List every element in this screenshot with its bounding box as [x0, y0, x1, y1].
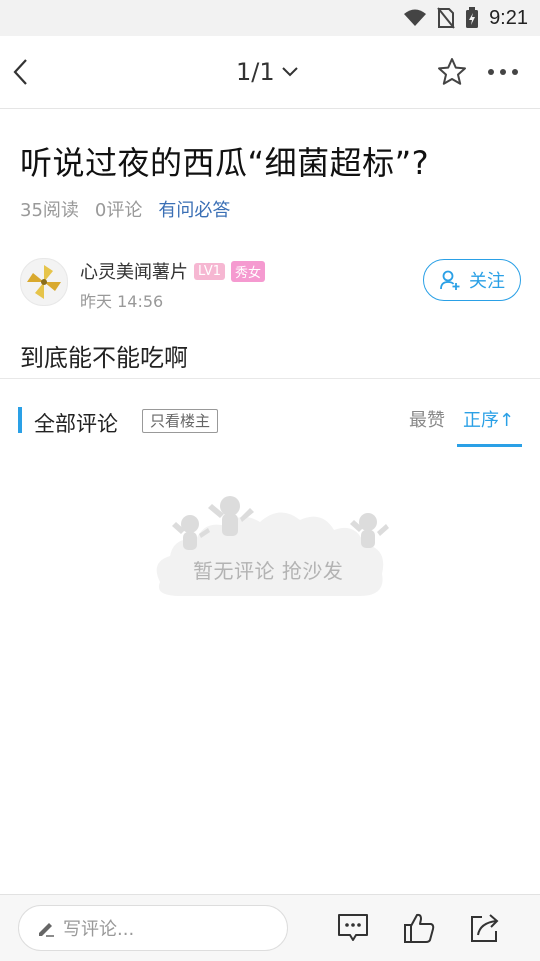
- comments-title: 全部评论: [34, 412, 118, 436]
- pinwheel-avatar-icon: [27, 265, 61, 299]
- post-meta: 35阅读 0评论 有问必答: [20, 196, 230, 222]
- comment-input-placeholder: 写评论...: [63, 919, 135, 940]
- author-row: 心灵美闻薯片 LV1 秀女 昨天 14:56 关注: [20, 256, 521, 312]
- post-time: 昨天 14:56: [80, 292, 164, 311]
- bottom-action-bar: 写评论...: [0, 894, 540, 961]
- avatar[interactable]: [20, 258, 68, 306]
- empty-comments-placeholder: 暂无评论 抢沙发: [150, 492, 390, 602]
- section-accent-bar: [18, 407, 22, 433]
- more-dot-icon: [488, 69, 494, 75]
- gender-badge: 秀女: [230, 260, 265, 282]
- like-button[interactable]: [402, 911, 436, 945]
- active-tab-underline: [457, 444, 522, 447]
- battery-charging-icon: [466, 7, 479, 28]
- page-selector[interactable]: 1/1: [236, 58, 299, 86]
- back-button[interactable]: [12, 56, 36, 88]
- cloud-figures-illustration: [156, 496, 389, 596]
- more-options-button[interactable]: [488, 62, 524, 82]
- share-button[interactable]: [468, 911, 502, 945]
- empty-comments-text: 暂无评论 抢沙发: [193, 559, 344, 583]
- post-title: 听说过夜的西瓜“细菌超标”?: [20, 144, 430, 182]
- follow-button[interactable]: 关注: [423, 259, 521, 301]
- top-nav-bar: 1/1: [0, 36, 540, 109]
- status-time: 9:21: [489, 6, 528, 29]
- no-sim-icon: [437, 7, 455, 29]
- comments-header: 全部评论 只看楼主 最赞 正序↑: [0, 400, 540, 450]
- thumbs-up-icon: [404, 913, 435, 943]
- chevron-down-icon: [281, 67, 298, 77]
- wifi-icon: [404, 9, 427, 26]
- only-op-filter-button[interactable]: 只看楼主: [142, 409, 219, 433]
- divider: [0, 378, 540, 379]
- pencil-icon: [39, 923, 54, 937]
- more-dot-icon: [500, 69, 506, 75]
- post-body: 到底能不能吃啊: [20, 344, 188, 372]
- page-indicator-text: 1/1: [236, 58, 275, 86]
- sort-top-tab[interactable]: 最赞: [409, 406, 445, 432]
- sort-order-tab[interactable]: 正序↑: [463, 406, 514, 432]
- comment-input[interactable]: 写评论...: [18, 905, 288, 951]
- status-bar: 9:21: [0, 0, 540, 36]
- more-dot-icon: [512, 69, 518, 75]
- level-badge: LV1: [194, 262, 225, 280]
- star-icon: [438, 58, 466, 85]
- category-link[interactable]: 有问必答: [158, 196, 230, 222]
- author-name[interactable]: 心灵美闻薯片: [80, 258, 188, 284]
- comments-button[interactable]: [336, 911, 370, 945]
- comment-count: 0评论: [94, 200, 143, 221]
- follow-label: 关注: [469, 271, 505, 292]
- comment-bubble-icon: [338, 914, 368, 941]
- share-icon: [471, 914, 499, 942]
- favorite-button[interactable]: [436, 56, 468, 88]
- add-user-icon: [440, 270, 460, 290]
- read-count: 35阅读: [20, 200, 79, 221]
- chevron-left-icon: [13, 59, 27, 85]
- author-name-line: 心灵美闻薯片 LV1 秀女: [80, 258, 265, 284]
- status-icons: 9:21: [403, 6, 528, 30]
